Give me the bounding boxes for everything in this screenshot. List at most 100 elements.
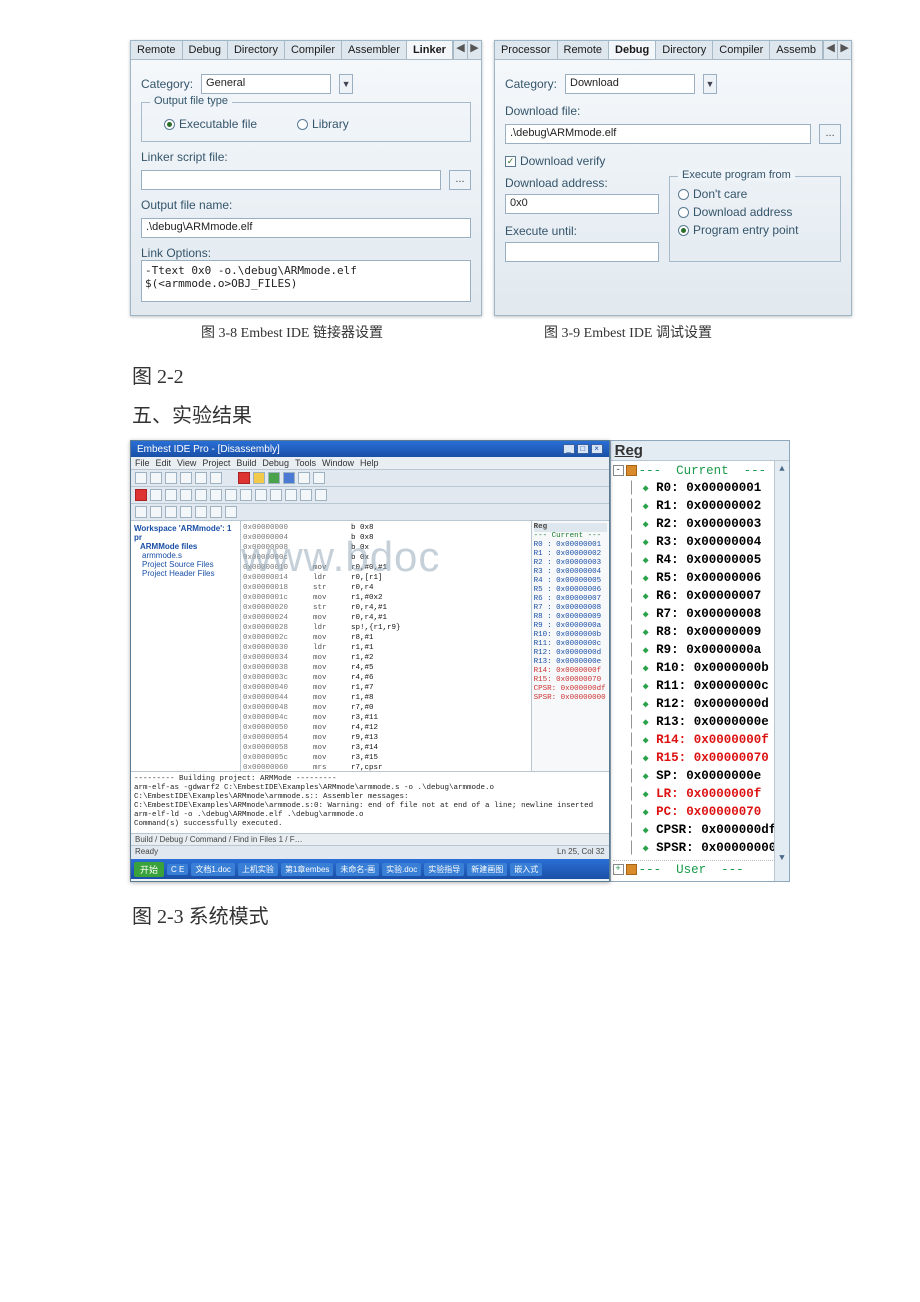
disasm-row[interactable]: 0x00000010movr0,#0,#1 [243,563,529,573]
build-output[interactable]: --------- Building project: ARMMode ----… [131,771,609,833]
taskbar-item[interactable]: C E [167,864,188,875]
disasm-row[interactable]: 0x00000058movr3,#14 [243,743,529,753]
category-label-2: Category: [505,77,557,91]
tab-directory[interactable]: Directory [228,41,285,59]
dropdown-icon[interactable]: ▼ [339,74,353,94]
browse-script-button[interactable]: ... [449,170,471,190]
disasm-row[interactable]: 0x00000038movr4,#5 [243,663,529,673]
taskbar-item[interactable]: 嵌入式 [510,863,542,876]
disasm-row[interactable]: 0x00000028ldrsp!,{r1,r9} [243,623,529,633]
disasm-row[interactable]: 0x00000034movr1,#2 [243,653,529,663]
ide-sidebar[interactable]: Workspace 'ARMmode': 1 pr ARMMode files … [131,521,241,771]
sidebar-item-1[interactable]: Project Source Files [142,560,237,569]
taskbar-item[interactable]: 未命名-画 [336,863,379,876]
radio-library[interactable]: Library [297,117,349,131]
register-pane-body[interactable]: ---- Current --- │ ◆ R0: 0x00000001 │ ◆ … [611,461,789,881]
ide-statusbar: Ready Ln 25, Col 32 [131,845,609,859]
tab-scroll-2[interactable]: ◀▶ [823,41,851,59]
tab-remote[interactable]: Remote [131,41,183,59]
taskbar-item[interactable]: 上机实验 [238,863,278,876]
disasm-row[interactable]: 0x00000004b 0x8 [243,533,529,543]
tab-processor[interactable]: Processor [495,41,558,59]
disasm-row[interactable]: 0x00000008b 0x [243,543,529,553]
disasm-row[interactable]: 0x00000060mrsr7,cpsr [243,763,529,771]
dropdown-icon-2[interactable]: ▼ [703,74,717,94]
disasm-row[interactable]: 0x00000054movr9,#13 [243,733,529,743]
disasm-row[interactable]: 0x00000048movr7,#0 [243,703,529,713]
register-row: │ ◆ SPSR: 0x00000000 [613,840,787,858]
disasm-row[interactable]: 0x00000018strr0,r4 [243,583,529,593]
reg-mini-row: R14: 0x0000000f [534,667,607,676]
disasm-row[interactable]: 0x00000014ldrr0,[r1] [243,573,529,583]
register-row: │ ◆ R7: 0x00000008 [613,606,787,624]
radio-dont-care[interactable]: Don't care [678,187,832,201]
disasm-row[interactable]: 0x0000000cb 0x [243,553,529,563]
category-select-2[interactable]: Download [565,74,695,94]
disasm-row[interactable]: 0x0000001cmovr1,#0x2 [243,593,529,603]
disasm-row[interactable]: 0x00000020strr0,r4,#1 [243,603,529,613]
reg-mini-row: R2 : 0x00000003 [534,559,607,568]
sidebar-item-0[interactable]: armmode.s [142,551,237,560]
disasm-row[interactable]: 0x00000024movr0,r4,#1 [243,613,529,623]
tab-compiler[interactable]: Compiler [285,41,342,59]
register-row: │ ◆ R8: 0x00000009 [613,624,787,642]
disasm-row[interactable]: 0x00000050movr4,#12 [243,723,529,733]
collapse-icon[interactable]: - [613,465,624,476]
taskbar-item[interactable]: 开始 [134,862,164,877]
download-address-input[interactable]: 0x0 [505,194,659,214]
taskbar[interactable]: 开始C E 文档1.doc上机实验第1章embes未命名-画实验.doc实验指导… [131,859,609,879]
disasm-row[interactable]: 0x0000003cmovr4,#6 [243,673,529,683]
status-right: Ln 25, Col 32 [557,847,605,858]
disasm-row[interactable]: 0x00000044movr1,#8 [243,693,529,703]
reg-mini-row: R10: 0x0000000b [534,631,607,640]
disassembly-view[interactable]: 0x00000000b 0x80x00000004b 0x80x00000008… [241,521,531,771]
window-buttons[interactable]: _□× [563,444,603,454]
disasm-row[interactable]: 0x00000030ldrr1,#1 [243,643,529,653]
scrollbar[interactable] [774,461,789,881]
radio-entry-point[interactable]: Program entry point [678,223,832,237]
reg-mini-pane: Reg--- Current ---R0 : 0x00000001R1 : 0x… [531,521,609,771]
download-verify-checkbox[interactable]: ✓Download verify [505,154,841,168]
disasm-row[interactable]: 0x0000005cmovr3,#15 [243,753,529,763]
browse-dlfile-button[interactable]: ... [819,124,841,144]
tab-debug2[interactable]: Debug [609,41,656,59]
register-row: │ ◆ SP: 0x0000000e [613,768,787,786]
tab-assemb[interactable]: Assemb [770,41,823,59]
radio-executable[interactable]: Executable file [164,117,257,131]
disasm-row[interactable]: 0x0000004cmovr3,#11 [243,713,529,723]
execute-until-input[interactable] [505,242,659,262]
linker-script-input[interactable] [141,170,441,190]
tab-directory2[interactable]: Directory [656,41,713,59]
taskbar-item[interactable]: 新建画图 [467,863,507,876]
reg-group-user: --- User --- [639,863,744,877]
ide-toolbar-1[interactable] [131,470,609,487]
ide-title: Embest IDE Pro - [Disassembly] [137,444,280,455]
output-tabs[interactable]: Build / Debug / Command / Find in Files … [131,833,609,845]
disasm-row[interactable]: 0x00000000b 0x8 [243,523,529,533]
tab-linker[interactable]: Linker [407,41,453,59]
taskbar-item[interactable]: 第1章embes [281,863,333,876]
tab-assembler[interactable]: Assembler [342,41,407,59]
category-select[interactable]: General [201,74,331,94]
disasm-row[interactable]: 0x0000002cmovr8,#1 [243,633,529,643]
sidebar-item-2[interactable]: Project Header Files [142,569,237,578]
tab-debug[interactable]: Debug [183,41,228,59]
output-filename-input[interactable]: .\debug\ARMmode.elf [141,218,471,238]
register-row: │ ◆ R12: 0x0000000d [613,696,787,714]
radio-download-address[interactable]: Download address [678,205,832,219]
radio-executable-label: Executable file [179,117,257,131]
ide-toolbar-3[interactable] [131,504,609,521]
tab-scroll[interactable]: ◀▶ [453,41,481,59]
project-node[interactable]: ARMMode files [140,542,237,551]
download-file-input[interactable]: .\debug\ARMmode.elf [505,124,811,144]
disasm-row[interactable]: 0x00000040movr1,#7 [243,683,529,693]
expand-icon[interactable]: + [613,864,624,875]
link-options-textarea[interactable] [141,260,471,302]
tab-compiler2[interactable]: Compiler [713,41,770,59]
tab-remote2[interactable]: Remote [558,41,610,59]
taskbar-item[interactable]: 实验指导 [424,863,464,876]
taskbar-item[interactable]: 实验.doc [382,863,421,876]
ide-menubar[interactable]: FileEditViewProjectBuildDebugToolsWindow… [131,457,609,470]
ide-toolbar-2[interactable] [131,487,609,504]
taskbar-item[interactable]: 文档1.doc [191,863,235,876]
